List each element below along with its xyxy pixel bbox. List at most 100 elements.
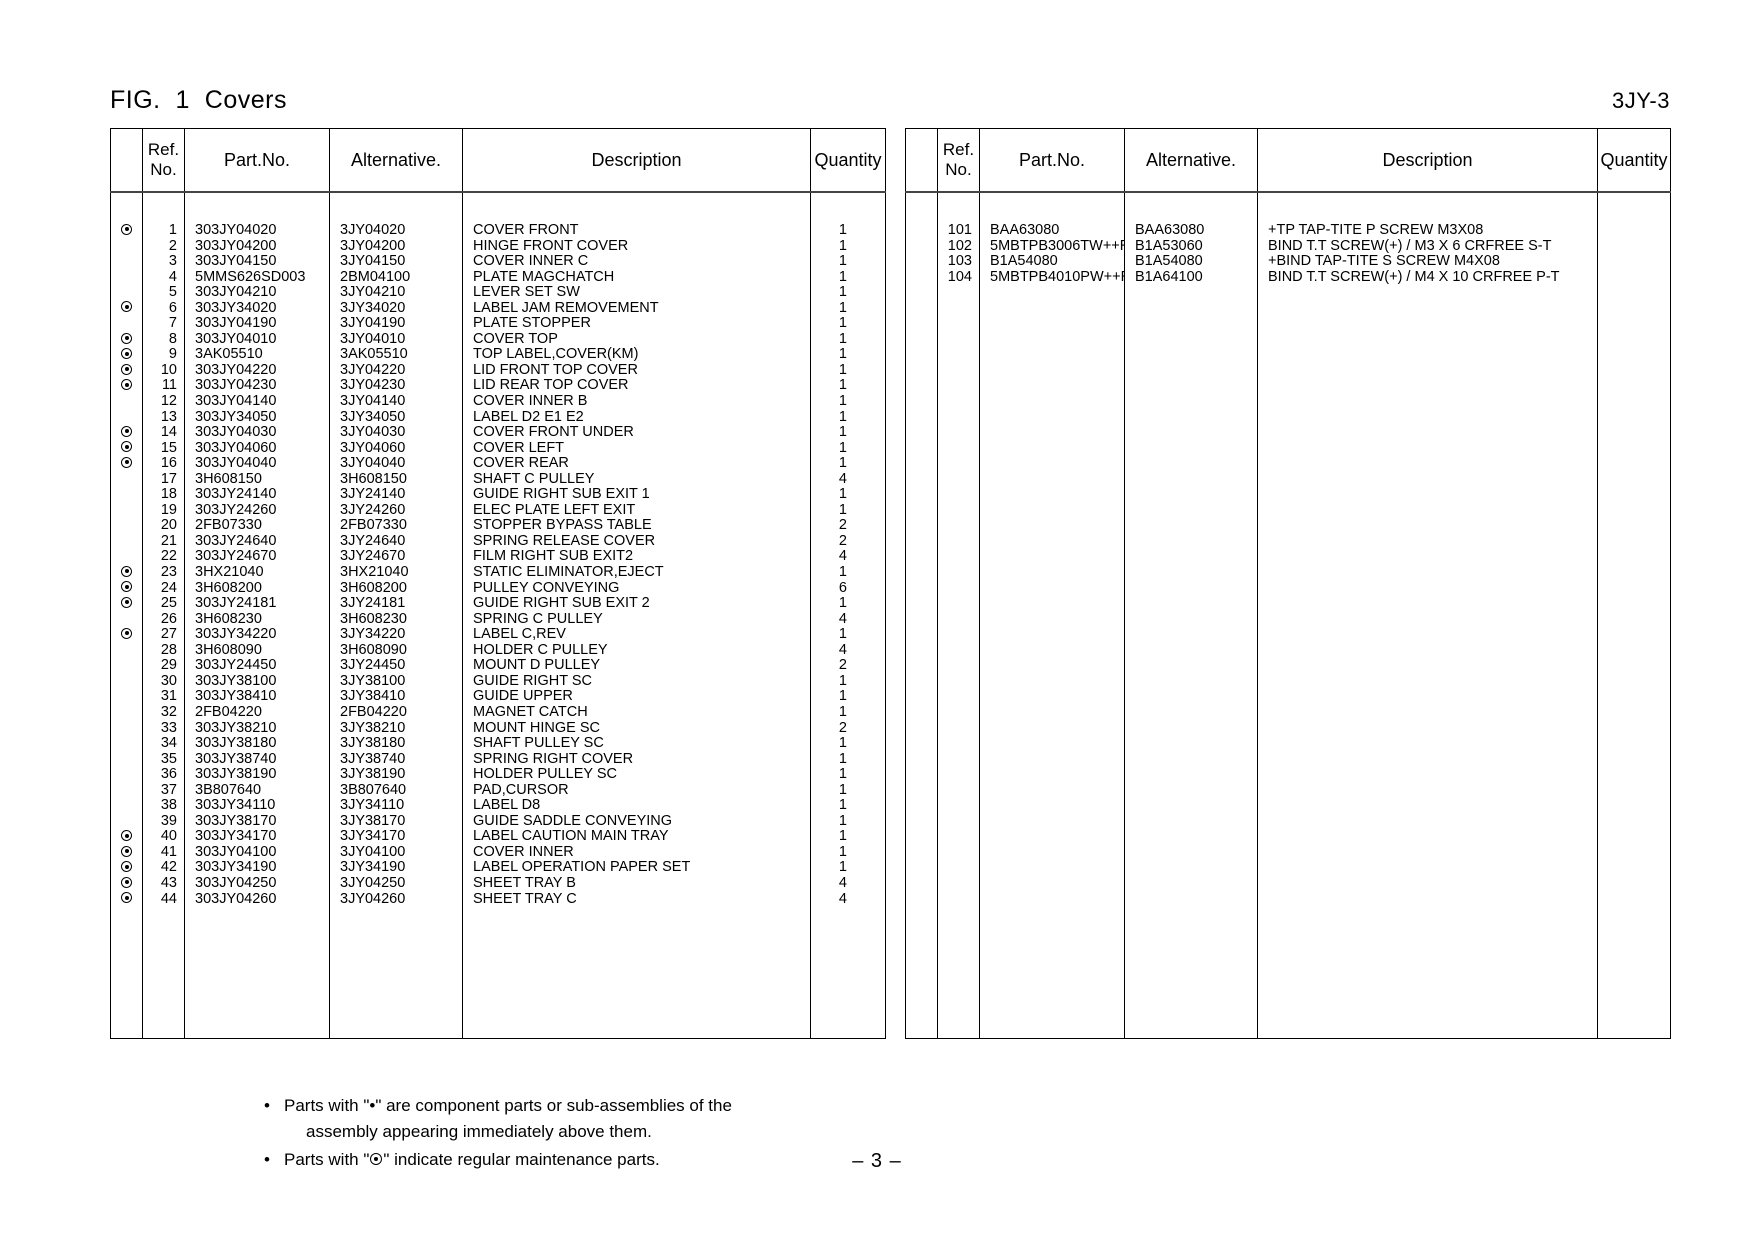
cell-desc: STATIC ELIMINATOR,EJECT — [473, 565, 664, 581]
cell-part: 303JY34220 — [195, 627, 277, 643]
cell-qty-column: 1111111111111111411224161414211121111111… — [810, 192, 886, 1039]
maintenance-dot-icon — [111, 363, 142, 379]
maintenance-dot-icon — [121, 830, 132, 841]
cell-ref: 15 — [160, 440, 177, 456]
cell-desc: COVER INNER — [473, 844, 574, 860]
maintenance-dot-icon — [121, 565, 132, 577]
ref-no-line1: Ref. — [147, 140, 180, 160]
page-number: – 3 – — [852, 1150, 902, 1172]
cell-part: 303JY04040 — [195, 456, 277, 472]
cell-ref: 5 — [168, 285, 177, 301]
mark-empty — [111, 534, 142, 550]
cell-part: 303JY24140 — [195, 487, 277, 503]
cell-part: 303JY24181 — [195, 596, 277, 612]
maintenance-dot-icon — [121, 301, 132, 313]
cell-qty: 1 — [838, 409, 847, 425]
cell-alt: 2FB07330 — [340, 518, 407, 534]
cell-desc: +BIND TAP-TITE S SCREW M4X08 — [1268, 254, 1500, 270]
cell-qty: 1 — [838, 456, 847, 472]
cell-qty: 4 — [838, 549, 847, 565]
cell-alt: 3JY34110 — [340, 798, 405, 814]
column-header-description: Description — [462, 128, 811, 193]
column-header-description: Description — [1257, 128, 1598, 193]
cell-part: 3AK05510 — [195, 347, 263, 363]
cell-ref: 11 — [161, 378, 177, 394]
cell-alt: 3JY04220 — [340, 362, 406, 378]
maintenance-dot-icon — [111, 581, 142, 597]
cell-qty: 1 — [838, 269, 847, 285]
cell-desc: PULLEY CONVEYING — [473, 580, 620, 596]
mark-empty — [111, 316, 142, 332]
cell-qty: 1 — [838, 285, 847, 301]
cell-desc: SHAFT PULLEY SC — [473, 736, 604, 752]
cell-qty: 1 — [838, 844, 847, 860]
cell-alt: 3JY04190 — [340, 316, 406, 332]
mark-empty — [111, 736, 142, 752]
desc-stack-right: +TP TAP-TITE P SCREW M3X08 BIND T.T SCREW… — [1258, 193, 1597, 285]
cell-part: B1A54080 — [990, 254, 1058, 270]
cell-ref: 14 — [160, 425, 177, 441]
cell-alt: 3JY04040 — [340, 456, 406, 472]
cell-part: 303JY34110 — [195, 798, 276, 814]
cell-ref: 7 — [168, 316, 177, 332]
ref-no-line2: No. — [945, 160, 972, 179]
column-header-ref-no: Ref. No. — [937, 128, 980, 193]
mark-empty — [111, 254, 142, 270]
table-body-row: 1 2 3 4 5 6 7 8 9 10 11 12 13 14 15 16 17 18 19 20 21 22 23 24 2… — [110, 192, 886, 1039]
mark-empty — [111, 239, 142, 255]
cell-part: 303JY24260 — [195, 502, 277, 518]
cell-desc: SPRING C PULLEY — [473, 611, 603, 627]
note-component-parts-line2: assembly appearing immediately above the… — [306, 1121, 652, 1141]
cell-desc-column: COVER FRONT HINGE FRONT COVER COVER INNER … — [462, 192, 811, 1039]
cell-part: 303JY34190 — [195, 860, 277, 876]
cell-desc: COVER TOP — [473, 331, 558, 347]
maintenance-dot-icon — [121, 363, 132, 375]
cell-ref: 3 — [168, 254, 177, 270]
maintenance-dot-icon — [111, 425, 142, 441]
cell-desc: LEVER SET SW — [473, 285, 580, 301]
maintenance-dot-icon — [121, 581, 132, 593]
cell-part: 303JY24670 — [195, 549, 277, 565]
cell-desc: COVER FRONT — [473, 223, 579, 238]
cell-alt: 3JY24260 — [340, 502, 406, 518]
cell-qty: 2 — [838, 518, 847, 534]
cell-ref: 43 — [160, 875, 177, 891]
cell-alt: 3H608090 — [340, 642, 407, 658]
cell-desc: +TP TAP-TITE P SCREW M3X08 — [1268, 223, 1484, 238]
cell-qty: 4 — [838, 891, 847, 907]
cell-ref: 27 — [160, 627, 177, 643]
cell-part: 5MBTPB3006TW++R — [990, 238, 1124, 254]
maintenance-dot-icon — [121, 876, 132, 888]
parts-table-right: Ref. No. Part.No. Alternative. Descripti… — [905, 128, 1671, 1039]
cell-part: 3B807640 — [195, 782, 262, 798]
cell-ref: 104 — [947, 269, 972, 285]
mark-stack-right — [906, 193, 937, 285]
cell-qty — [1598, 223, 1670, 239]
cell-alt: 3JY24181 — [340, 596, 406, 612]
cell-qty: 1 — [838, 798, 847, 814]
cell-desc: LID REAR TOP COVER — [473, 378, 629, 394]
mark-empty — [111, 487, 142, 503]
maintenance-dot-icon — [111, 845, 142, 861]
cell-desc: PAD,CURSOR — [473, 782, 569, 798]
cell-ref: 44 — [160, 891, 177, 907]
cell-desc: LABEL JAM REMOVEMENT — [473, 300, 659, 316]
cell-alt: 3AK05510 — [340, 347, 408, 363]
cell-desc: ELEC PLATE LEFT EXIT — [473, 502, 636, 518]
cell-alt: 3JY04060 — [340, 440, 406, 456]
cell-desc: COVER INNER C — [473, 254, 589, 270]
cell-mark-column — [110, 192, 143, 1039]
mark-empty — [111, 549, 142, 565]
cell-qty: 4 — [838, 611, 847, 627]
cell-desc: COVER INNER B — [473, 394, 588, 410]
cell-qty: 1 — [838, 596, 847, 612]
cell-part: 3H608230 — [195, 611, 262, 627]
column-header-part-no: Part.No. — [979, 128, 1125, 193]
maintenance-dot-icon — [111, 456, 142, 472]
cell-qty: 1 — [838, 860, 847, 876]
cell-part: 5MMS626SD003 — [195, 269, 306, 285]
mark-empty — [111, 767, 142, 783]
cell-alt: 3JY04260 — [340, 891, 406, 907]
cell-alt: 3JY04200 — [340, 238, 406, 254]
cell-qty: 1 — [838, 487, 847, 503]
